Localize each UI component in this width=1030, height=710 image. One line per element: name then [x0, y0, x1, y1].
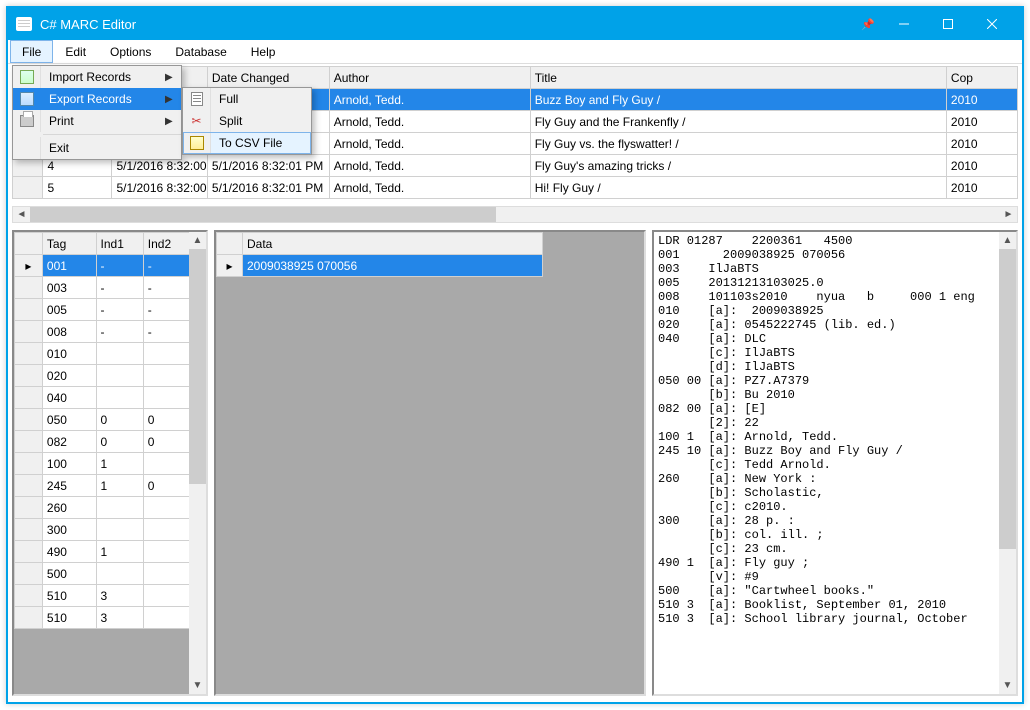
tag-row[interactable]: 24510 — [15, 475, 191, 497]
col-header[interactable]: Date Changed — [207, 67, 329, 89]
export-submenu: Full✂SplitTo CSV File — [182, 87, 312, 155]
tag-row[interactable]: 020 — [15, 365, 191, 387]
app-window: C# MARC Editor 📌 FileEditOptionsDatabase… — [6, 6, 1024, 704]
submenu-arrow-icon: ▶ — [165, 94, 181, 105]
scissors-icon: ✂ — [191, 114, 201, 128]
menu-item-split[interactable]: ✂Split — [183, 110, 311, 132]
menu-item-to-csv-file[interactable]: To CSV File — [183, 132, 311, 154]
import-icon — [20, 70, 34, 84]
scroll-down-icon[interactable]: ▼ — [189, 677, 206, 694]
maximize-button[interactable] — [926, 8, 970, 40]
tag-row[interactable]: 003-- — [15, 277, 191, 299]
csv-icon — [190, 136, 204, 150]
menu-database[interactable]: Database — [163, 40, 238, 63]
tag-row[interactable]: ▸001-- — [15, 255, 191, 277]
export-icon — [20, 92, 34, 106]
tag-row[interactable]: 08200 — [15, 431, 191, 453]
app-icon — [16, 17, 32, 31]
menu-help[interactable]: Help — [239, 40, 288, 63]
full-icon — [191, 92, 203, 106]
col-header[interactable] — [15, 233, 43, 255]
lower-panels: TagInd1Ind2▸001--003--005--008--01002004… — [12, 230, 1018, 696]
col-header[interactable]: Title — [530, 67, 946, 89]
tag-row[interactable]: 040 — [15, 387, 191, 409]
close-button[interactable] — [970, 8, 1014, 40]
print-icon — [20, 115, 34, 127]
menu-file[interactable]: File — [10, 40, 53, 63]
tag-row[interactable]: 1001 — [15, 453, 191, 475]
data-row[interactable]: ▸2009038925 070056 — [217, 255, 543, 277]
tag-row[interactable]: 5103 — [15, 607, 191, 629]
menubar: FileEditOptionsDatabaseHelp — [8, 40, 1022, 64]
tag-row[interactable]: 05000 — [15, 409, 191, 431]
submenu-arrow-icon: ▶ — [165, 72, 181, 83]
marc-panel: LDR 01287 2200361 4500 001 2009038925 07… — [652, 230, 1018, 696]
col-header[interactable]: Author — [329, 67, 530, 89]
content-area: Date ChangedAuthorTitleCop▸101 PMArnold,… — [8, 66, 1022, 702]
col-header[interactable]: Ind1 — [96, 233, 143, 255]
menu-item-import-records[interactable]: Import Records▶ — [13, 66, 181, 88]
tag-row[interactable]: 005-- — [15, 299, 191, 321]
scroll-up-icon[interactable]: ▲ — [189, 232, 206, 249]
tag-row[interactable]: 5103 — [15, 585, 191, 607]
menu-edit[interactable]: Edit — [53, 40, 98, 63]
menu-item-print[interactable]: Print▶ — [13, 110, 181, 132]
marc-record-text[interactable]: LDR 01287 2200361 4500 001 2009038925 07… — [654, 232, 999, 694]
menu-item-export-records[interactable]: Export Records▶ — [13, 88, 181, 110]
scroll-right-icon[interactable]: ► — [1000, 207, 1017, 222]
menu-item-exit[interactable]: Exit — [13, 137, 181, 159]
tag-row[interactable]: 008-- — [15, 321, 191, 343]
tag-row[interactable]: 260 — [15, 497, 191, 519]
file-menu: Import Records▶Export Records▶Print▶ Exit — [12, 65, 182, 160]
tags-panel[interactable]: TagInd1Ind2▸001--003--005--008--01002004… — [12, 230, 208, 696]
col-header[interactable]: Tag — [42, 233, 96, 255]
tag-row[interactable]: 500 — [15, 563, 191, 585]
scroll-left-icon[interactable]: ◄ — [13, 207, 30, 222]
col-header[interactable]: Cop — [946, 67, 1017, 89]
col-header[interactable] — [217, 233, 243, 255]
scroll-up-icon[interactable]: ▲ — [999, 232, 1016, 249]
table-row[interactable]: 55/1/2016 8:32:00 PM5/1/2016 8:32:01 PMA… — [13, 177, 1018, 199]
minimize-button[interactable] — [882, 8, 926, 40]
tag-row[interactable]: 4901 — [15, 541, 191, 563]
pin-icon[interactable]: 📌 — [854, 8, 882, 40]
tag-row[interactable]: 300 — [15, 519, 191, 541]
submenu-arrow-icon: ▶ — [165, 116, 181, 127]
marc-vscrollbar[interactable]: ▲ ▼ — [999, 232, 1016, 694]
records-hscrollbar[interactable]: ◄ ► — [12, 206, 1018, 223]
app-title: C# MARC Editor — [40, 17, 136, 32]
col-header[interactable]: Ind2 — [143, 233, 190, 255]
menu-options[interactable]: Options — [98, 40, 163, 63]
data-panel[interactable]: Data▸2009038925 070056 — [214, 230, 646, 696]
menu-item-full[interactable]: Full — [183, 88, 311, 110]
tag-row[interactable]: 010 — [15, 343, 191, 365]
col-header[interactable]: Data — [243, 233, 543, 255]
titlebar: C# MARC Editor 📌 — [8, 8, 1022, 40]
tags-vscrollbar[interactable]: ▲ ▼ — [189, 232, 206, 694]
scroll-down-icon[interactable]: ▼ — [999, 677, 1016, 694]
